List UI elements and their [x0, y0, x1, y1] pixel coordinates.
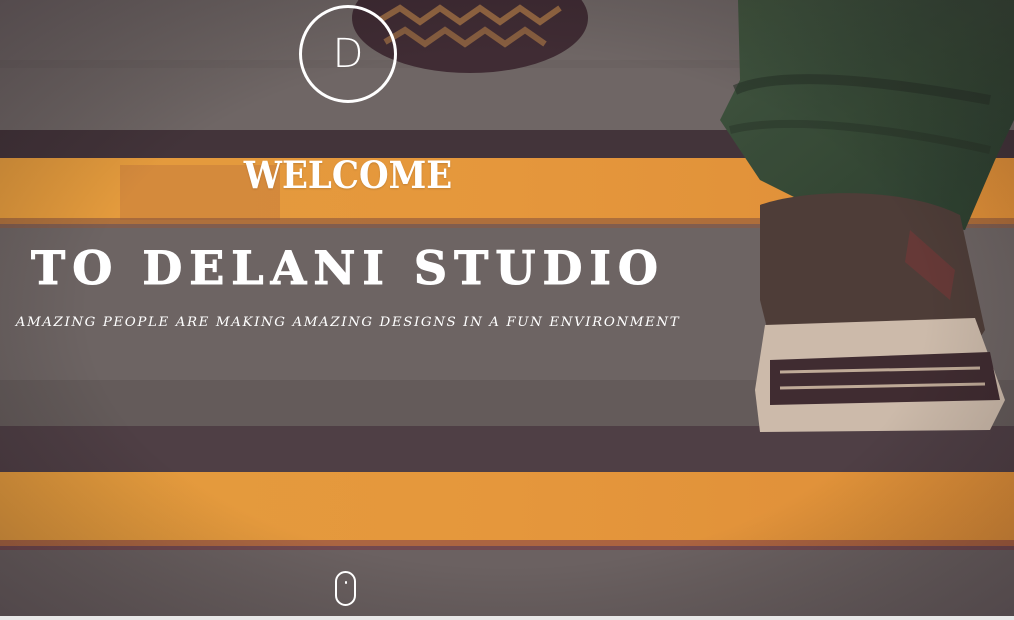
- mouse-wheel-dot: [345, 581, 347, 584]
- hero-background-image: [0, 0, 1014, 620]
- logo-letter: D: [332, 31, 364, 77]
- hero-tagline: AMAZING PEOPLE ARE MAKING AMAZING DESIGN…: [15, 315, 681, 330]
- studio-title: TO DELANI STUDIO: [31, 241, 665, 296]
- mouse-scroll-icon[interactable]: [335, 571, 356, 606]
- hero-section: D WELCOME TO DELANI STUDIO AMAZING PEOPL…: [0, 0, 1014, 620]
- logo[interactable]: D: [299, 5, 397, 103]
- page-bottom-edge: [0, 616, 1014, 620]
- welcome-heading: WELCOME: [243, 153, 453, 197]
